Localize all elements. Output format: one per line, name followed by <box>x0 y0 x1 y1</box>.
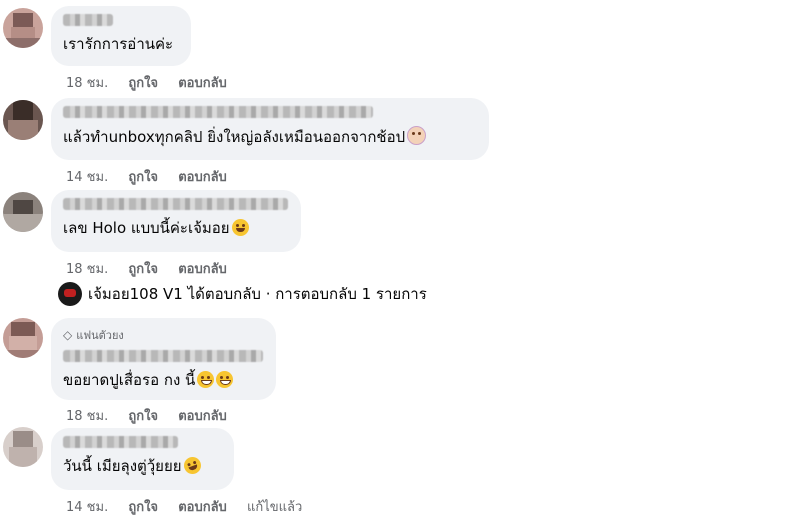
commenter-avatar[interactable] <box>3 427 43 467</box>
reply-link[interactable]: ตอบกลับ <box>178 170 227 185</box>
comment-text: เลข Holo แบบนี้ค่ะเจ้มอย <box>63 218 289 238</box>
comment-text-content: ขอยาดปูเสื่อรอ กง นี้ <box>63 371 196 389</box>
comment-text: วันนี้ เมียลุงตู่วุ้ยยย <box>63 454 222 477</box>
comment-actions: 18 ชม. ถูกใจ ตอบกลับ <box>66 405 243 426</box>
comment-text: ขอยาดปูเสื่อรอ กง นี้ <box>63 370 264 390</box>
top-fan-badge: ◇ แฟนตัวยง <box>63 326 264 344</box>
comment-actions: 14 ชม. ถูกใจ ตอบกลับ <box>66 166 243 187</box>
comment-actions: 18 ชม. ถูกใจ ตอบกลับ <box>66 72 243 93</box>
reply-link[interactable]: ตอบกลับ <box>178 500 227 515</box>
commenter-name-blurred[interactable] <box>63 14 113 26</box>
badge-label: แฟนตัวยง <box>76 329 124 342</box>
commenter-name-blurred[interactable] <box>63 198 288 210</box>
comment-actions: 14 ชม. ถูกใจ ตอบกลับ แก้ไขแล้ว <box>66 496 318 517</box>
comment-bubble: เลข Holo แบบนี้ค่ะเจ้มอย <box>51 190 301 252</box>
reply-summary-text[interactable]: เจ้มอย108 V1 ได้ตอบกลับ · การตอบกลับ 1 ร… <box>88 282 427 306</box>
comment-text: แล้วทำunboxทุกคลิป ยิ่งใหญ่อลังเหมือนออก… <box>63 126 477 147</box>
reply-link[interactable]: ตอบกลับ <box>178 409 227 424</box>
comment-bubble: แล้วทำunboxทุกคลิป ยิ่งใหญ่อลังเหมือนออก… <box>51 98 489 160</box>
like-link[interactable]: ถูกใจ <box>128 409 158 424</box>
like-link[interactable]: ถูกใจ <box>128 262 158 277</box>
comment-time[interactable]: 18 ชม. <box>66 409 108 424</box>
smiling-face-emoji <box>231 219 249 236</box>
commenter-avatar[interactable] <box>3 8 43 48</box>
comment-time[interactable]: 18 ชม. <box>66 262 108 277</box>
like-link[interactable]: ถูกใจ <box>128 170 158 185</box>
diamond-icon: ◇ <box>63 328 73 342</box>
comment-time[interactable]: 14 ชม. <box>66 500 108 515</box>
commenter-avatar[interactable] <box>3 318 43 358</box>
comment-actions: 18 ชม. ถูกใจ ตอบกลับ <box>66 258 243 279</box>
like-link[interactable]: ถูกใจ <box>128 76 158 91</box>
commenter-avatar[interactable] <box>3 192 43 232</box>
view-replies-link[interactable]: เจ้มอย108 V1 ได้ตอบกลับ · การตอบกลับ 1 ร… <box>58 282 427 306</box>
comment-text: เรารักการอ่านค่ะ <box>63 35 174 53</box>
grinning-face-emoji <box>197 371 215 388</box>
reply-link[interactable]: ตอบกลับ <box>178 76 227 91</box>
laughing-face-emoji <box>181 454 203 477</box>
woman-face-emoji <box>407 126 427 145</box>
commenter-name-blurred[interactable] <box>63 350 263 362</box>
commenter-avatar[interactable] <box>3 100 43 140</box>
comment-text-content: เลข Holo แบบนี้ค่ะเจ้มอย <box>63 219 230 237</box>
comment-time[interactable]: 18 ชม. <box>66 76 108 91</box>
comment-bubble: ◇ แฟนตัวยง ขอยาดปูเสื่อรอ กง นี้ <box>51 318 276 400</box>
edited-label: แก้ไขแล้ว <box>246 500 303 515</box>
comment-text-content: วันนี้ เมียลุงตู่วุ้ยยย <box>63 457 182 475</box>
comment-time[interactable]: 14 ชม. <box>66 170 108 185</box>
grinning-face-emoji <box>216 371 234 388</box>
replier-avatar <box>58 282 82 306</box>
commenter-name-blurred[interactable] <box>63 436 178 448</box>
reply-link[interactable]: ตอบกลับ <box>178 262 227 277</box>
like-link[interactable]: ถูกใจ <box>128 500 158 515</box>
comment-bubble: วันนี้ เมียลุงตู่วุ้ยยย <box>51 428 234 490</box>
comment-text-content: แล้วทำunboxทุกคลิป ยิ่งใหญ่อลังเหมือนออก… <box>63 128 406 146</box>
comment-bubble: เรารักการอ่านค่ะ <box>51 6 191 66</box>
commenter-name-blurred[interactable] <box>63 106 373 118</box>
